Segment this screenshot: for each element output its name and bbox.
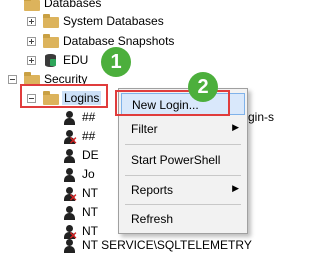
login-label: Jo: [82, 167, 95, 181]
login-label: ##: [82, 110, 96, 124]
tree-node-label: System Databases: [63, 14, 164, 28]
user-icon: [63, 149, 75, 163]
disabled-user-icon: ✕: [63, 130, 77, 147]
expand-icon[interactable]: [27, 37, 36, 46]
menu-item-label: Reports: [131, 183, 174, 197]
tree-node-system-databases[interactable]: System Databases: [0, 12, 268, 32]
tree-node-edu[interactable]: EDU: [0, 51, 268, 71]
step-2-callout: 2: [188, 72, 218, 102]
submenu-arrow-icon: ▶: [232, 122, 239, 132]
truncated-login-text: gin-s: [248, 110, 275, 124]
login-label: DE: [82, 148, 99, 162]
login-label: ##: [82, 129, 96, 143]
menu-item-reports[interactable]: Reports ▶: [121, 179, 245, 201]
expand-icon[interactable]: [27, 17, 36, 26]
menu-separator: [125, 175, 241, 176]
user-icon: [63, 239, 75, 253]
user-icon: [63, 111, 75, 125]
collapse-icon[interactable]: [8, 75, 17, 84]
user-icon: [63, 168, 75, 182]
tree-node-label: EDU: [63, 53, 89, 67]
folder-icon: [24, 0, 40, 11]
menu-separator: [125, 144, 241, 145]
tree-node-label: Database Snapshots: [63, 34, 175, 48]
tree-node-label: Databases: [44, 0, 102, 10]
step-1-callout: 1: [101, 47, 131, 77]
logins-highlight-box: [20, 84, 108, 108]
folder-icon: [43, 14, 59, 28]
menu-item-label: Refresh: [131, 212, 174, 226]
menu-item-start-powershell[interactable]: Start PowerShell: [121, 149, 245, 171]
submenu-arrow-icon: ▶: [232, 183, 239, 193]
login-label: NT SERVICE\SQLTELEMETRY: [82, 238, 252, 252]
tree-node-database-snapshots[interactable]: Database Snapshots: [0, 32, 268, 52]
login-item[interactable]: NT SERVICE\SQLTELEMETRY: [0, 236, 268, 256]
expand-icon[interactable]: [27, 56, 36, 65]
menu-item-label: Filter: [131, 122, 158, 136]
login-label: NT: [82, 205, 98, 219]
login-label: NT: [82, 186, 98, 200]
menu-separator: [125, 204, 241, 205]
folder-icon: [43, 34, 59, 48]
database-icon: [45, 54, 56, 67]
menu-item-refresh[interactable]: Refresh: [121, 208, 245, 230]
menu-item-filter[interactable]: Filter ▶: [121, 118, 245, 140]
menu-item-label: Start PowerShell: [131, 153, 221, 167]
user-icon: [63, 206, 75, 220]
disabled-user-icon: ✕: [63, 187, 77, 204]
